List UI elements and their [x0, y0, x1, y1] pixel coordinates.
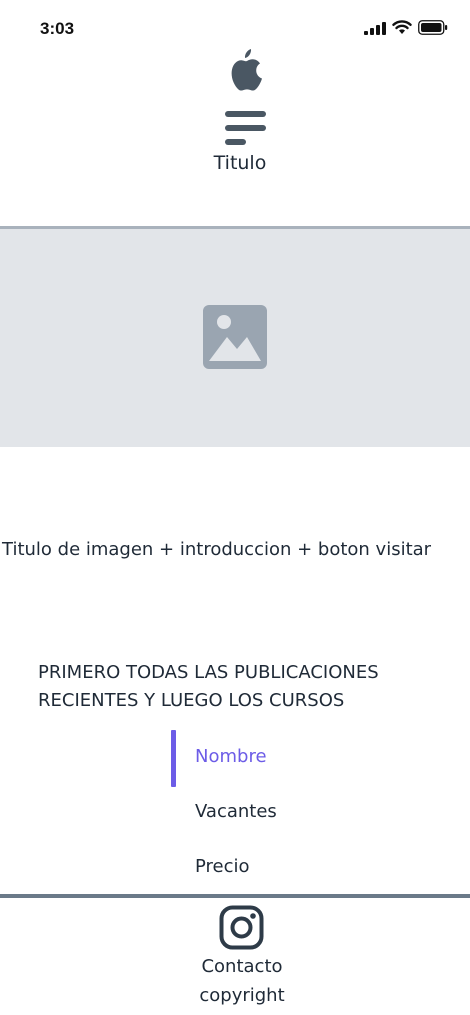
- hero-caption: Titulo de imagen + introduccion + boton …: [2, 539, 432, 560]
- section-heading: PRIMERO TODAS LAS PUBLICACIONES RECIENTE…: [38, 659, 438, 715]
- apple-icon: [231, 49, 262, 91]
- copyright-text: copyright: [199, 985, 285, 1006]
- page-title: Titulo: [213, 152, 267, 174]
- wifi-icon: [392, 20, 412, 34]
- instagram-icon[interactable]: [219, 905, 264, 950]
- section-heading-line-2: RECIENTES Y LUEGO LOS CURSOS: [38, 690, 345, 711]
- image-placeholder-icon: [203, 305, 267, 369]
- status-time: 3:03: [40, 19, 75, 38]
- cellular-signal-icon: [364, 21, 386, 35]
- active-sort-indicator: [171, 730, 176, 787]
- hamburger-menu-icon[interactable]: [224, 109, 268, 147]
- hero-image-placeholder: [0, 229, 470, 447]
- sort-option-vacantes[interactable]: Vacantes: [195, 801, 277, 822]
- battery-icon: [418, 20, 448, 35]
- sort-option-nombre[interactable]: Nombre: [195, 746, 267, 767]
- status-bar: 3:03: [0, 0, 470, 50]
- footer-divider: [0, 894, 470, 898]
- sort-option-precio[interactable]: Precio: [195, 856, 250, 877]
- section-heading-line-1: PRIMERO TODAS LAS PUBLICACIONES: [38, 662, 379, 683]
- contact-link[interactable]: Contacto: [0, 956, 470, 977]
- status-icons: [364, 20, 448, 35]
